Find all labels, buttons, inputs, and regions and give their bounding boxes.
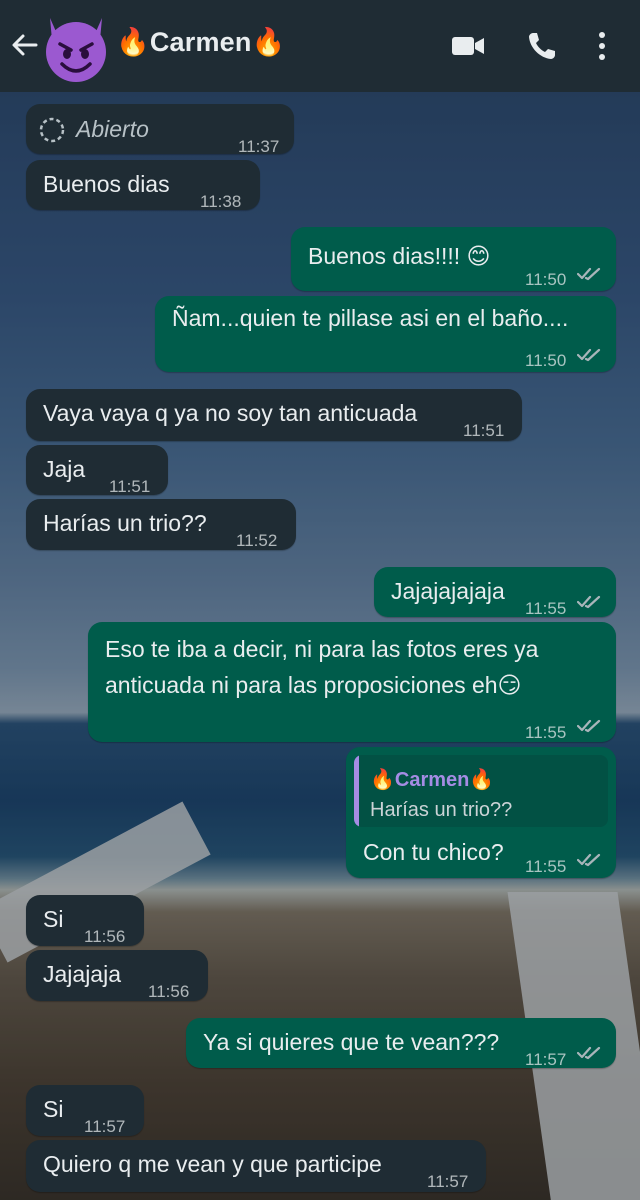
message-text-line-2: anticuada ni para las proposiciones eh😏 <box>105 672 522 698</box>
reply-message-bubble[interactable]: 🔥Carmen🔥 Harías un trio?? Con tu chico? … <box>346 747 616 878</box>
more-options-icon[interactable] <box>596 30 608 62</box>
message-bubble[interactable]: Jajajaja 11:56 <box>26 950 208 1001</box>
message-text: Buenos dias <box>43 171 170 197</box>
message-bubble[interactable]: Jajajajajaja 11:55 <box>374 567 616 618</box>
message-time: 11:37 <box>238 137 280 156</box>
message-text: Abierto <box>76 116 149 142</box>
message-text: Jajajaja <box>43 961 121 987</box>
message-bubble[interactable]: Ñam...quien te pillase asi en el baño...… <box>155 296 616 372</box>
quoted-message[interactable]: 🔥Carmen🔥 Harías un trio?? <box>354 755 608 827</box>
message-time: 11:55 <box>525 723 567 742</box>
message-text: Jaja <box>43 456 86 482</box>
message-text: Jajajajajaja <box>391 578 505 604</box>
message-bubble[interactable]: Jaja 11:51 <box>26 445 168 496</box>
message-time: 11:52 <box>236 531 278 550</box>
message-text-line-1: Eso te iba a decir, ni para las fotos er… <box>105 636 539 662</box>
quoted-sender: 🔥Carmen🔥 <box>370 769 495 791</box>
message-text: Quiero q me vean y que participe <box>43 1151 382 1177</box>
message-time: 11:57 <box>525 1050 567 1069</box>
phone-icon[interactable] <box>526 30 558 62</box>
message-time: 11:56 <box>84 927 126 946</box>
message-time: 11:51 <box>463 421 505 440</box>
quoted-text: Harías un trio?? <box>370 799 513 821</box>
message-bubble[interactable]: Vaya vaya q ya no soy tan anticuada 11:5… <box>26 389 522 441</box>
chat-header: 🔥Carmen🔥 <box>0 0 640 92</box>
view-once-icon <box>39 117 65 143</box>
message-text: Buenos dias!!!! 😊 <box>308 243 491 269</box>
message-time: 11:38 <box>200 192 242 211</box>
message-text: Si <box>43 906 64 932</box>
message-time: 11:57 <box>427 1172 469 1191</box>
message-bubble[interactable]: Si 11:57 <box>26 1085 144 1136</box>
message-time: 11:55 <box>525 599 567 618</box>
message-bubble[interactable]: Buenos dias 11:38 <box>26 160 260 211</box>
message-text: Vaya vaya q ya no soy tan anticuada <box>43 400 418 426</box>
message-bubble[interactable]: Eso te iba a decir, ni para las fotos er… <box>88 622 616 742</box>
read-ticks-icon <box>577 595 601 609</box>
message-text: Harías un trio?? <box>43 510 207 536</box>
message-text: Ya si quieres que te vean??? <box>203 1029 500 1055</box>
message-text: Si <box>43 1096 64 1122</box>
message-text: Con tu chico? <box>363 839 504 865</box>
message-time: 11:56 <box>148 982 190 1001</box>
message-bubble[interactable]: Si 11:56 <box>26 895 144 946</box>
message-bubble[interactable]: Ya si quieres que te vean??? 11:57 <box>186 1018 616 1069</box>
read-ticks-icon <box>577 719 601 733</box>
message-time: 11:57 <box>84 1117 126 1136</box>
message-bubble[interactable]: Buenos dias!!!! 😊 11:50 <box>291 227 616 291</box>
read-ticks-icon <box>577 267 601 281</box>
contact-name[interactable]: 🔥Carmen🔥 <box>116 26 285 58</box>
message-time: 11:50 <box>525 270 567 289</box>
message-time: 11:55 <box>525 857 567 876</box>
message-bubble[interactable]: Abierto 11:37 <box>26 104 294 156</box>
read-ticks-icon <box>577 1046 601 1060</box>
message-time: 11:50 <box>525 351 567 370</box>
read-ticks-icon <box>577 348 601 362</box>
read-ticks-icon <box>577 853 601 867</box>
message-bubble[interactable]: Quiero q me vean y que participe 11:57 <box>26 1140 486 1192</box>
message-text: Ñam...quien te pillase asi en el baño...… <box>172 305 569 331</box>
video-call-icon[interactable] <box>450 30 486 62</box>
quote-accent-bar <box>354 755 359 827</box>
message-bubble[interactable]: Harías un trio?? 11:52 <box>26 499 296 550</box>
contact-avatar[interactable] <box>36 6 116 86</box>
